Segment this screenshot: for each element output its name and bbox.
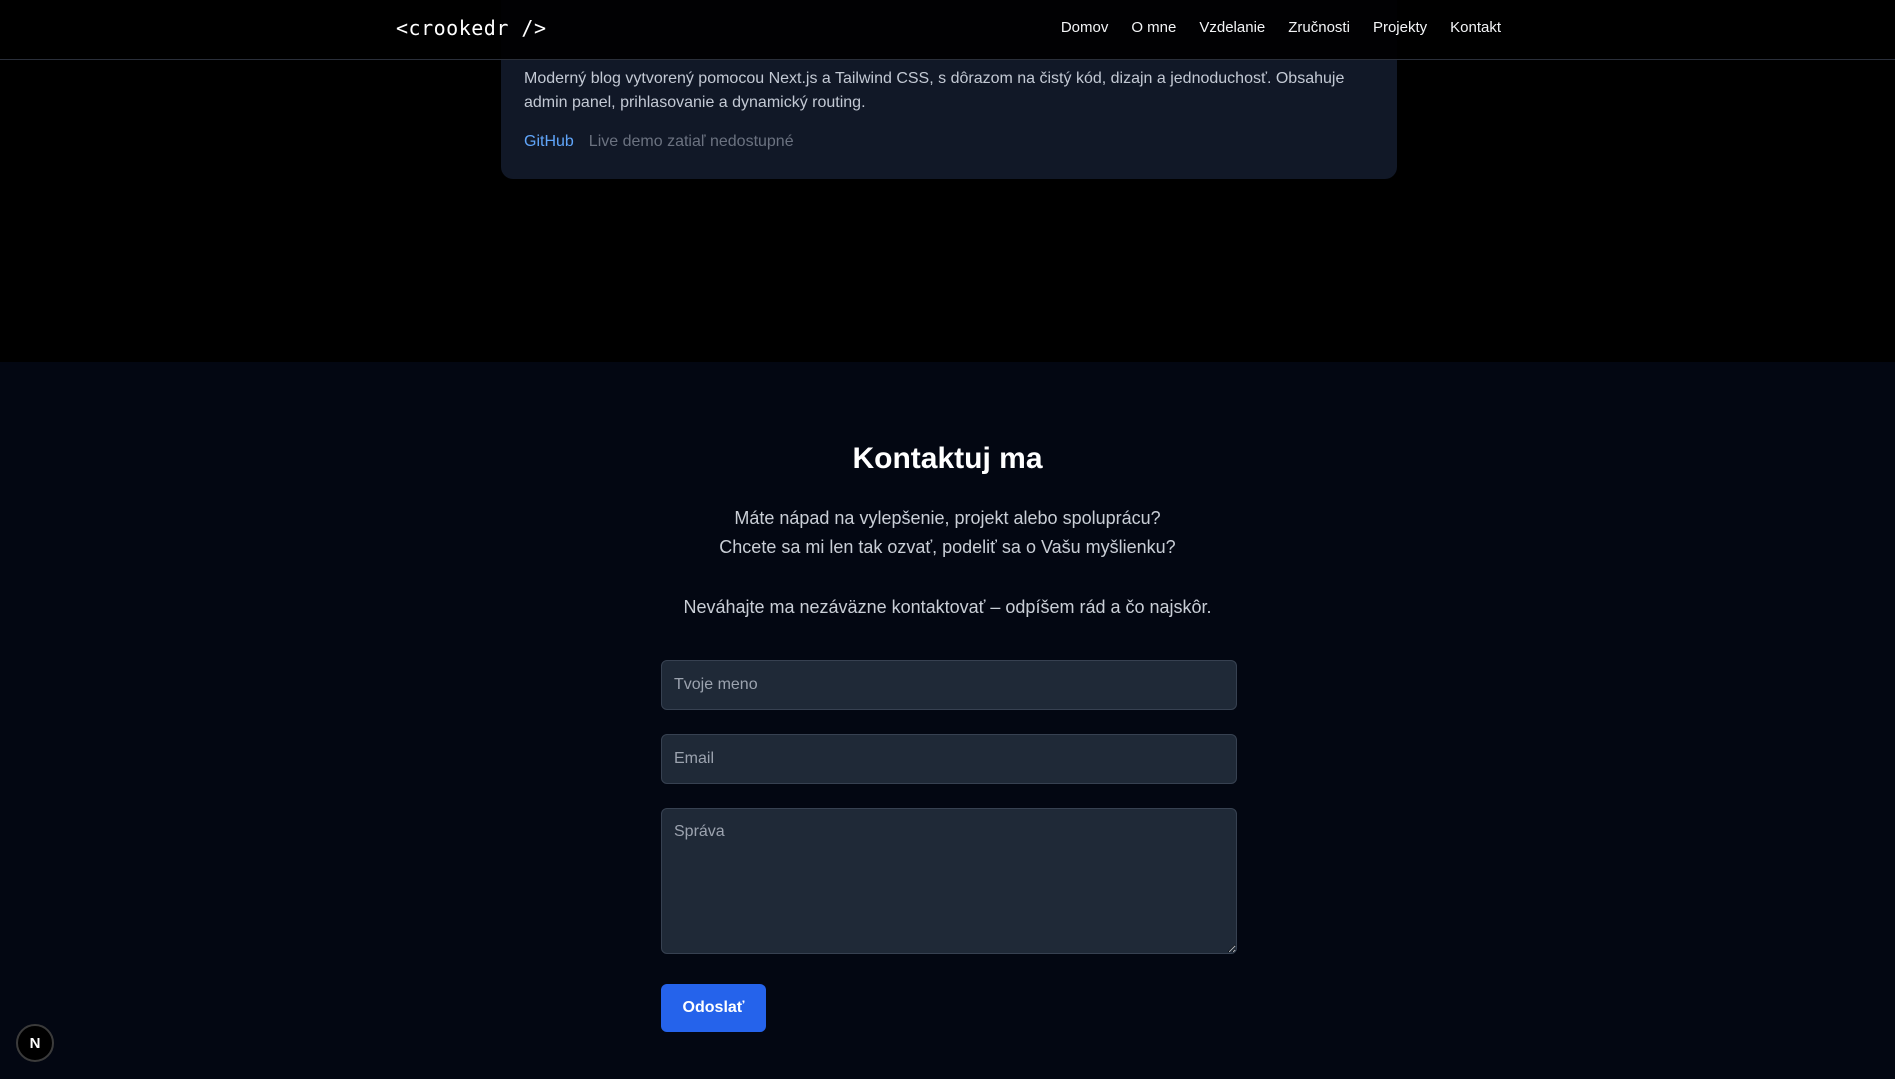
contact-section: Kontaktuj ma Máte nápad na vylepšenie, p… [0,362,1895,1079]
contact-intro: Máte nápad na vylepšenie, projekt alebo … [0,504,1895,562]
site-logo[interactable]: <crookedr /> [396,16,547,40]
live-demo-unavailable: Live demo zatiaľ nedostupné [588,133,794,150]
nav-link-o-mne[interactable]: O mne [1131,19,1176,36]
github-link[interactable]: GitHub [524,133,574,151]
contact-intro-line-1: Máte nápad na vylepšenie, projekt alebo … [734,508,1161,528]
nextjs-logo-icon: N [30,1035,41,1052]
page: Moderný blog vytvorený pomocou Next.js a… [0,0,1895,1079]
submit-button[interactable]: Odoslať [661,984,766,1032]
name-input[interactable] [661,660,1237,710]
nextjs-logo-letter: N [30,1035,41,1052]
nextjs-dev-indicator[interactable]: N [16,1024,54,1062]
contact-intro-line-2: Chcete sa mi len tak ozvať, podeliť sa o… [719,537,1176,557]
project-description: Moderný blog vytvorený pomocou Next.js a… [524,70,1345,111]
message-textarea[interactable] [661,808,1237,954]
nav-link-projekty[interactable]: Projekty [1373,19,1427,36]
nav-link-zrucnosti[interactable]: Zručnosti [1288,19,1350,36]
nav-link-kontakt[interactable]: Kontakt [1450,19,1501,36]
contact-note: Neváhajte ma nezáväzne kontaktovať – odp… [683,597,1212,617]
nav-link-vzdelanie[interactable]: Vzdelanie [1199,19,1265,36]
contact-title: Kontaktuj ma [852,442,1043,475]
nav-links: Domov O mne Vzdelanie Zručnosti Projekty… [1061,19,1501,36]
navbar: <crookedr /> Domov O mne Vzdelanie Zručn… [0,0,1895,60]
project-links: GitHub Live demo zatiaľ nedostupné [524,133,794,151]
nav-link-domov[interactable]: Domov [1061,19,1109,36]
email-input[interactable] [661,734,1237,784]
